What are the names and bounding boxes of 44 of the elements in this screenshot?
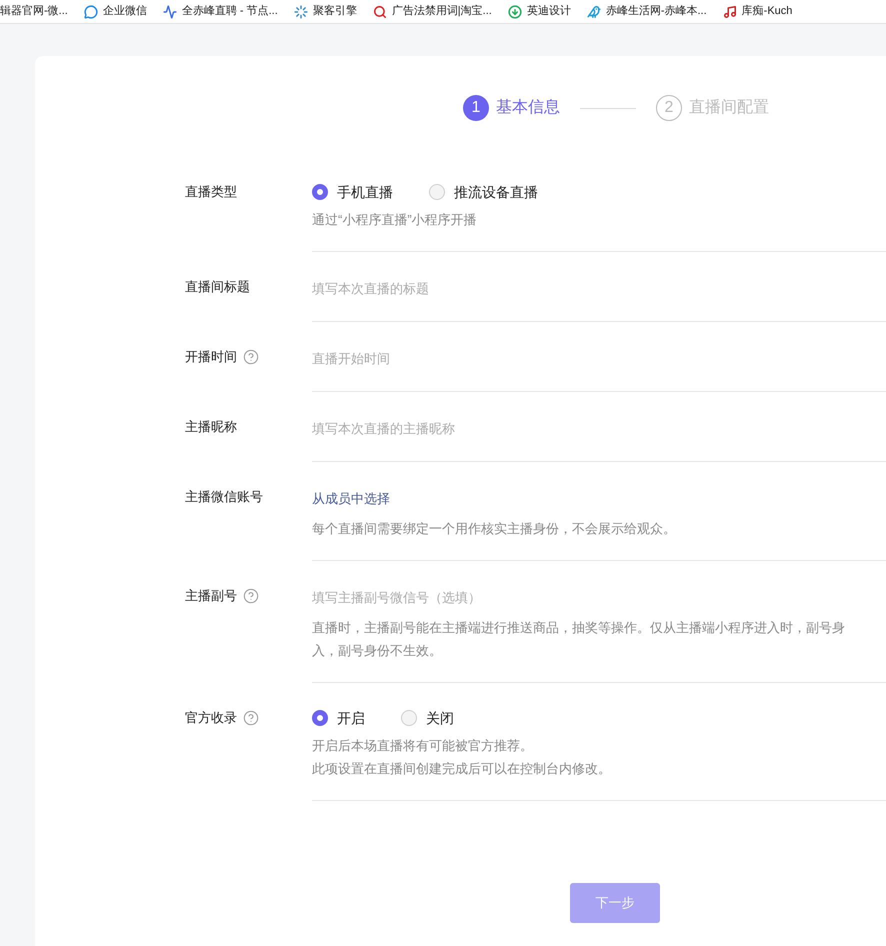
text-field[interactable]: 直播开始时间 [312,348,712,368]
zigzag-icon [162,4,177,18]
bookmark[interactable]: 辑器官网-微... [0,3,68,20]
field-label: 直播类型 [185,183,237,201]
hint-text: 每个直播间需要绑定一个用作核实主播身份，不会展示给观众。 [312,520,677,538]
hint-text: 此项设置在直播间创建完成后可以在控制台内修改。 [312,760,612,778]
bookmark[interactable]: 广告法禁用词|淘宝... [372,3,492,20]
select-member-link[interactable]: 从成员中选择 [312,491,390,506]
chat-bubble-icon [84,4,98,18]
help-icon[interactable] [243,349,259,365]
radio-option[interactable]: 手机直播 [312,182,393,202]
radio-button[interactable] [312,710,328,726]
bookmark[interactable]: 库痴-Kuch [722,3,792,20]
text-field[interactable]: 填写主播副号微信号（选填） [312,588,712,608]
help-icon[interactable] [243,588,259,604]
hint-text: 直播时，主播副号能在主播端进行推送商品，抽奖等操作。仅从主播端小程序进入时，副号身 [312,619,846,637]
bookmark[interactable]: 全赤峰直聘 - 节点... [162,3,278,20]
radio-option[interactable]: 关闭 [401,708,454,728]
field-label: 开播时间 [185,348,237,366]
field-label: 官方收录 [185,709,237,727]
swirl-icon [294,4,308,18]
field-label: 主播昵称 [185,418,237,436]
help-icon[interactable] [243,710,259,726]
step: 1 基本信息 [463,95,560,121]
radio-button[interactable] [312,184,328,200]
hint-text: 开启后本场直播将有可能被官方推荐。 [312,737,534,755]
hint-text: 通过“小程序直播”小程序开播 [312,211,478,229]
bookmark[interactable]: 聚客引擎 [294,3,357,20]
search-icon [372,4,387,18]
field-label: 主播微信账号 [185,488,263,506]
radio-option[interactable]: 开启 [312,708,365,728]
bookmark[interactable]: 企业微信 [84,3,147,20]
bookmark[interactable]: 英迪设计 [508,3,571,20]
bird-icon [586,4,601,18]
text-field[interactable]: 填写本次直播的标题 [312,278,712,298]
field-label: 主播副号 [185,587,237,605]
download-icon [508,4,522,18]
step: 2 直播间配置 [656,95,769,121]
text-field[interactable]: 填写本次直播的主播昵称 [312,418,712,438]
field-label: 直播间标题 [185,278,250,296]
radio-option[interactable]: 推流设备直播 [429,182,538,202]
music-note-icon [722,4,737,18]
hint-text: 入，副号身份不生效。 [312,642,443,660]
bookmark[interactable]: 赤峰生活网-赤峰本... [586,3,707,20]
